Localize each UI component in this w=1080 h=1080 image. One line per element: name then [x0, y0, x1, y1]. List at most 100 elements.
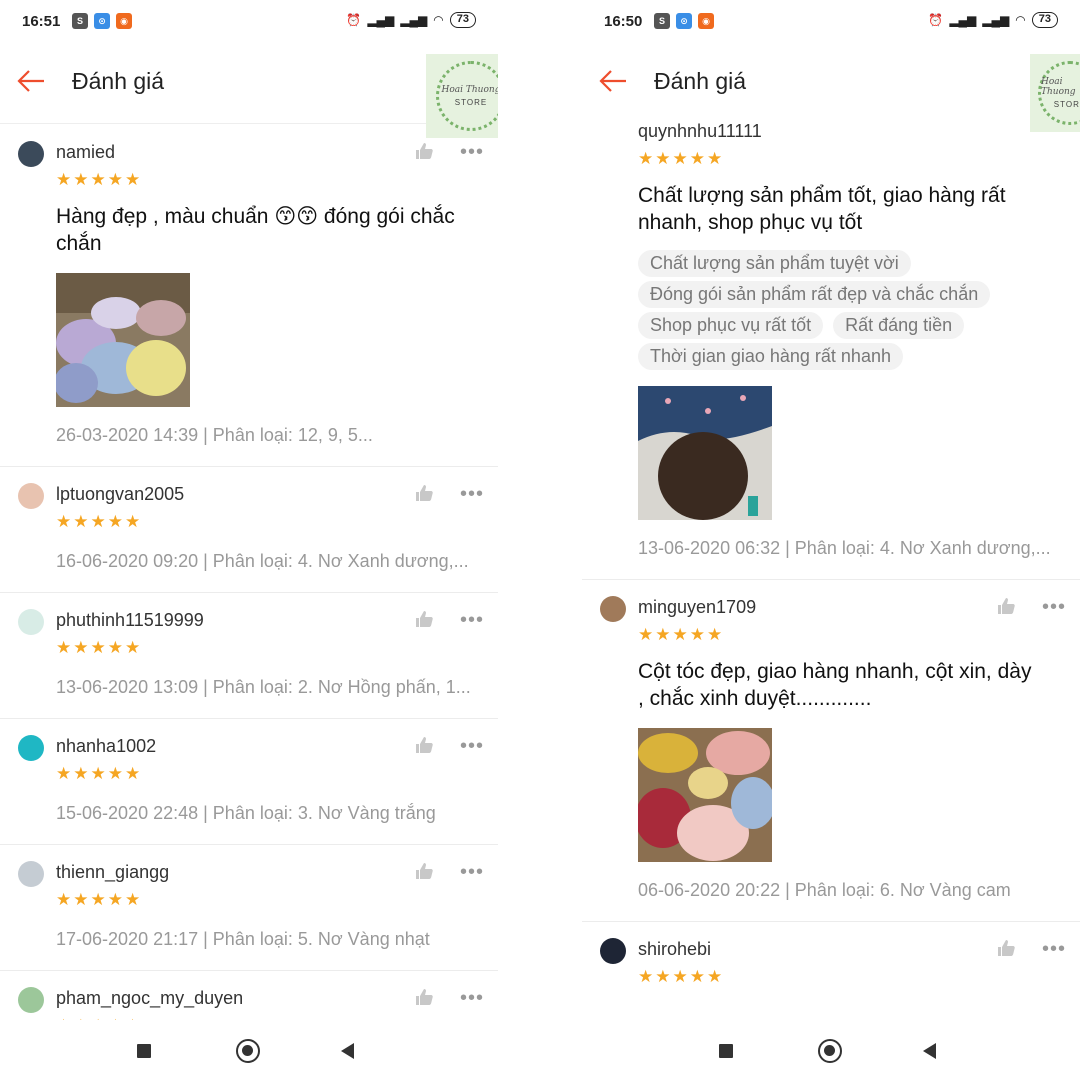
more-options-icon[interactable]: ••• — [460, 142, 484, 162]
review-tag: Thời gian giao hàng rất nhanh — [638, 343, 903, 370]
home-button[interactable] — [818, 1039, 842, 1063]
star-rating: ★★★★★ — [638, 625, 725, 644]
review-photo[interactable] — [638, 386, 772, 520]
like-icon[interactable] — [996, 596, 1016, 616]
review-list[interactable]: quynhnhu11111 ★★★★★ Chất lượng sản phẩm … — [582, 112, 1080, 1007]
back-arrow-icon[interactable] — [598, 66, 628, 96]
more-options-icon[interactable]: ••• — [460, 988, 484, 1008]
review-username[interactable]: quynhnhu11111 — [638, 118, 1080, 144]
review-tag: Đóng gói sản phẩm rất đẹp và chắc chắn — [638, 281, 991, 308]
signal-icon-2: ▂▄▆ — [400, 13, 428, 27]
back-button[interactable] — [923, 1043, 936, 1059]
home-button[interactable] — [236, 1039, 260, 1063]
star-rating: ★★★★★ — [56, 638, 143, 657]
star-rating: ★★★★★ — [56, 170, 143, 189]
more-options-icon[interactable]: ••• — [460, 484, 484, 504]
system-nav-bar — [582, 1020, 1080, 1080]
app-header: Đánh giá Hoai Thuong STORE — [0, 50, 498, 138]
signal-icon: ▂▄▆ — [367, 13, 395, 27]
avatar[interactable] — [600, 596, 626, 622]
review-meta: 16-06-2020 09:20 | Phân loại: 4. Nơ Xanh… — [56, 551, 469, 571]
star-rating: ★★★★★ — [56, 512, 143, 531]
like-icon[interactable] — [414, 609, 434, 629]
status-time: 16:50 — [604, 13, 643, 30]
page-title: Đánh giá — [72, 68, 165, 94]
default-avatar-icon[interactable] — [18, 861, 44, 887]
star-rating: ★★★★★ — [56, 890, 143, 909]
review-comment: Chất lượng sản phẩm tốt, giao hàng rất n… — [638, 184, 1006, 234]
page-title: Đánh giá — [654, 68, 747, 94]
recent-apps-button[interactable] — [719, 1044, 733, 1058]
review-tag: Rất đáng tiền — [833, 312, 965, 339]
review-list[interactable]: namied ••• ★★★★★ Hàng đẹp , màu chuẩn 😙😙… — [0, 125, 498, 1020]
signal-icon: ▂▄▆ — [949, 13, 977, 27]
avatar[interactable] — [18, 141, 44, 167]
alarm-icon: ⏰ — [928, 13, 944, 27]
review-item: minguyen1709 ••• ★★★★★ Cột tóc đẹp, giao… — [582, 580, 1080, 922]
battery-indicator: 73 — [1031, 12, 1058, 28]
like-icon[interactable] — [414, 987, 434, 1007]
back-arrow-icon[interactable] — [16, 66, 46, 96]
avatar[interactable] — [600, 938, 626, 964]
avatar[interactable] — [18, 735, 44, 761]
review-photo[interactable] — [56, 273, 190, 407]
more-options-icon[interactable]: ••• — [1042, 597, 1066, 617]
review-item: pham_ngoc_my_duyen ••• ★★★★★ — [0, 971, 498, 1020]
review-item: nhanha1002 ••• ★★★★★ 15-06-2020 22:48 | … — [0, 719, 498, 845]
review-tags: Chất lượng sản phẩm tuyệt vời Đóng gói s… — [638, 250, 1080, 370]
wifi-icon: ◠ — [1015, 13, 1026, 27]
like-icon[interactable] — [414, 861, 434, 881]
avatar[interactable] — [18, 483, 44, 509]
notification-icon: S — [72, 13, 88, 29]
signal-icon-2: ▂▄▆ — [982, 13, 1010, 27]
like-icon[interactable] — [414, 141, 434, 161]
like-icon[interactable] — [414, 735, 434, 755]
like-icon[interactable] — [414, 483, 434, 503]
review-meta: 26-03-2020 14:39 | Phân loại: 12, 9, 5..… — [56, 425, 373, 445]
back-button[interactable] — [341, 1043, 354, 1059]
system-nav-bar — [0, 1020, 498, 1080]
review-tag: Shop phục vụ rất tốt — [638, 312, 824, 339]
more-options-icon[interactable]: ••• — [1042, 939, 1066, 959]
status-bar: 16:50 S ⊙ ◉ ⏰ ▂▄▆ ▂▄▆ ◠ 73 — [582, 0, 1080, 44]
alarm-icon: ⏰ — [346, 13, 362, 27]
notification-icon: S — [654, 13, 670, 29]
status-time: 16:51 — [22, 13, 61, 30]
star-rating: ★★★★★ — [56, 764, 143, 783]
phone-screen-right: 16:50 S ⊙ ◉ ⏰ ▂▄▆ ▂▄▆ ◠ 73 Đánh giá Hoai… — [582, 0, 1080, 1080]
more-options-icon[interactable]: ••• — [460, 610, 484, 630]
status-bar: 16:51 S ⊙ ◉ ⏰ ▂▄▆ ▂▄▆ ◠ 73 — [0, 0, 498, 44]
logo-store-label: STORE — [454, 98, 488, 107]
review-item: thienn_giangg ••• ★★★★★ 17-06-2020 21:17… — [0, 845, 498, 971]
screen-gap — [498, 0, 582, 1080]
more-options-icon[interactable]: ••• — [460, 736, 484, 756]
recent-apps-button[interactable] — [137, 1044, 151, 1058]
review-photo[interactable] — [638, 728, 772, 862]
like-icon[interactable] — [996, 938, 1016, 958]
review-item: quynhnhu11111 ★★★★★ Chất lượng sản phẩm … — [582, 112, 1080, 580]
review-meta: 13-06-2020 06:32 | Phân loại: 4. Nơ Xanh… — [638, 538, 1051, 558]
phone-screen-left: 16:51 S ⊙ ◉ ⏰ ▂▄▆ ▂▄▆ ◠ 73 Đánh giá Hoai… — [0, 0, 498, 1080]
logo-script: Hoai Thuong — [1041, 77, 1076, 97]
review-meta: 15-06-2020 22:48 | Phân loại: 3. Nơ Vàng… — [56, 803, 436, 823]
review-item: namied ••• ★★★★★ Hàng đẹp , màu chuẩn 😙😙… — [0, 125, 498, 467]
wifi-icon: ◠ — [433, 13, 444, 27]
review-meta: 13-06-2020 13:09 | Phân loại: 2. Nơ Hồng… — [56, 677, 471, 697]
battery-indicator: 73 — [449, 12, 476, 28]
app-notification-icon: ◉ — [116, 13, 132, 29]
app-notification-icon: ◉ — [698, 13, 714, 29]
avatar[interactable] — [18, 609, 44, 635]
review-tag: Chất lượng sản phẩm tuyệt vời — [638, 250, 911, 277]
more-options-icon[interactable]: ••• — [460, 862, 484, 882]
review-meta: 17-06-2020 21:17 | Phân loại: 5. Nơ Vàng… — [56, 929, 430, 949]
logo-store-label: STORE — [1053, 100, 1080, 109]
hotspot-icon: ⊙ — [676, 13, 692, 29]
hotspot-icon: ⊙ — [94, 13, 110, 29]
review-item: lptuongvan2005 ••• ★★★★★ 16-06-2020 09:2… — [0, 467, 498, 593]
avatar[interactable] — [18, 987, 44, 1013]
star-rating: ★★★★★ — [638, 967, 725, 986]
review-meta: 06-06-2020 20:22 | Phân loại: 6. Nơ Vàng… — [638, 880, 1011, 900]
review-comment: Cột tóc đẹp, giao hàng nhanh, cột xin, d… — [638, 660, 1032, 710]
logo-script: Hoai Thuong — [441, 85, 498, 95]
star-rating: ★★★★★ — [638, 149, 725, 168]
